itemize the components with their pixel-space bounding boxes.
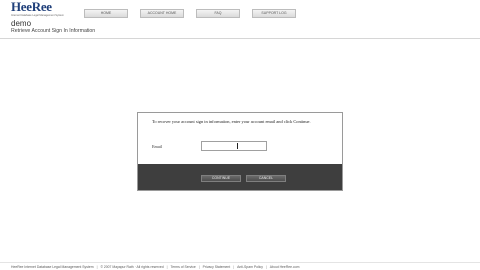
footer-copyright: © 2007 Mayapur Rath · All rights reserve… <box>100 265 164 269</box>
footer-separator: | <box>233 265 235 269</box>
logo-text: HeeRee <box>11 0 52 14</box>
footer-separator: | <box>265 265 267 269</box>
dialog-footer: CONTINUE CANCEL <box>138 164 342 190</box>
footer-divider <box>0 262 480 263</box>
tab-support-log[interactable]: SUPPORT LOG <box>252 9 296 18</box>
footer-link-privacy[interactable]: Privacy Statement <box>203 265 231 269</box>
footer-link-anti-spam[interactable]: Anti-Spam Policy <box>237 265 263 269</box>
user-name: demo <box>11 19 32 28</box>
tab-faq[interactable]: FAQ <box>196 9 240 18</box>
footer: HeeRee Internet Database Legal Managemen… <box>11 264 299 270</box>
footer-product: HeeRee Internet Database Legal Managemen… <box>11 265 94 269</box>
continue-button[interactable]: CONTINUE <box>201 175 241 182</box>
dialog-body: To recover your account sign in informat… <box>138 113 342 164</box>
top-nav: HOME ACCOUNT HOME FAQ SUPPORT LOG <box>84 9 308 18</box>
footer-link-about[interactable]: About HeeRee.com <box>270 265 300 269</box>
cancel-button[interactable]: CANCEL <box>246 175 286 182</box>
tab-home[interactable]: HOME <box>84 9 128 18</box>
logo-tagline: Internet Database Legal Management Syste… <box>11 14 64 17</box>
instructions-text: To recover your account sign in informat… <box>152 119 311 124</box>
footer-link-terms[interactable]: Terms of Service <box>171 265 196 269</box>
logo[interactable]: HeeRee Internet Database Legal Managemen… <box>11 0 64 17</box>
page-title: Retrieve Account Sign In Information <box>11 28 96 34</box>
header-divider <box>0 38 480 39</box>
tab-account-home[interactable]: ACCOUNT HOME <box>140 9 184 18</box>
email-field[interactable] <box>201 141 267 151</box>
footer-separator: | <box>198 265 200 269</box>
recover-account-dialog: To recover your account sign in informat… <box>137 112 343 191</box>
footer-separator: | <box>96 265 98 269</box>
text-cursor <box>237 143 238 149</box>
email-label: Email <box>152 144 163 149</box>
page: HeeRee Internet Database Legal Managemen… <box>0 0 480 270</box>
footer-separator: | <box>166 265 168 269</box>
